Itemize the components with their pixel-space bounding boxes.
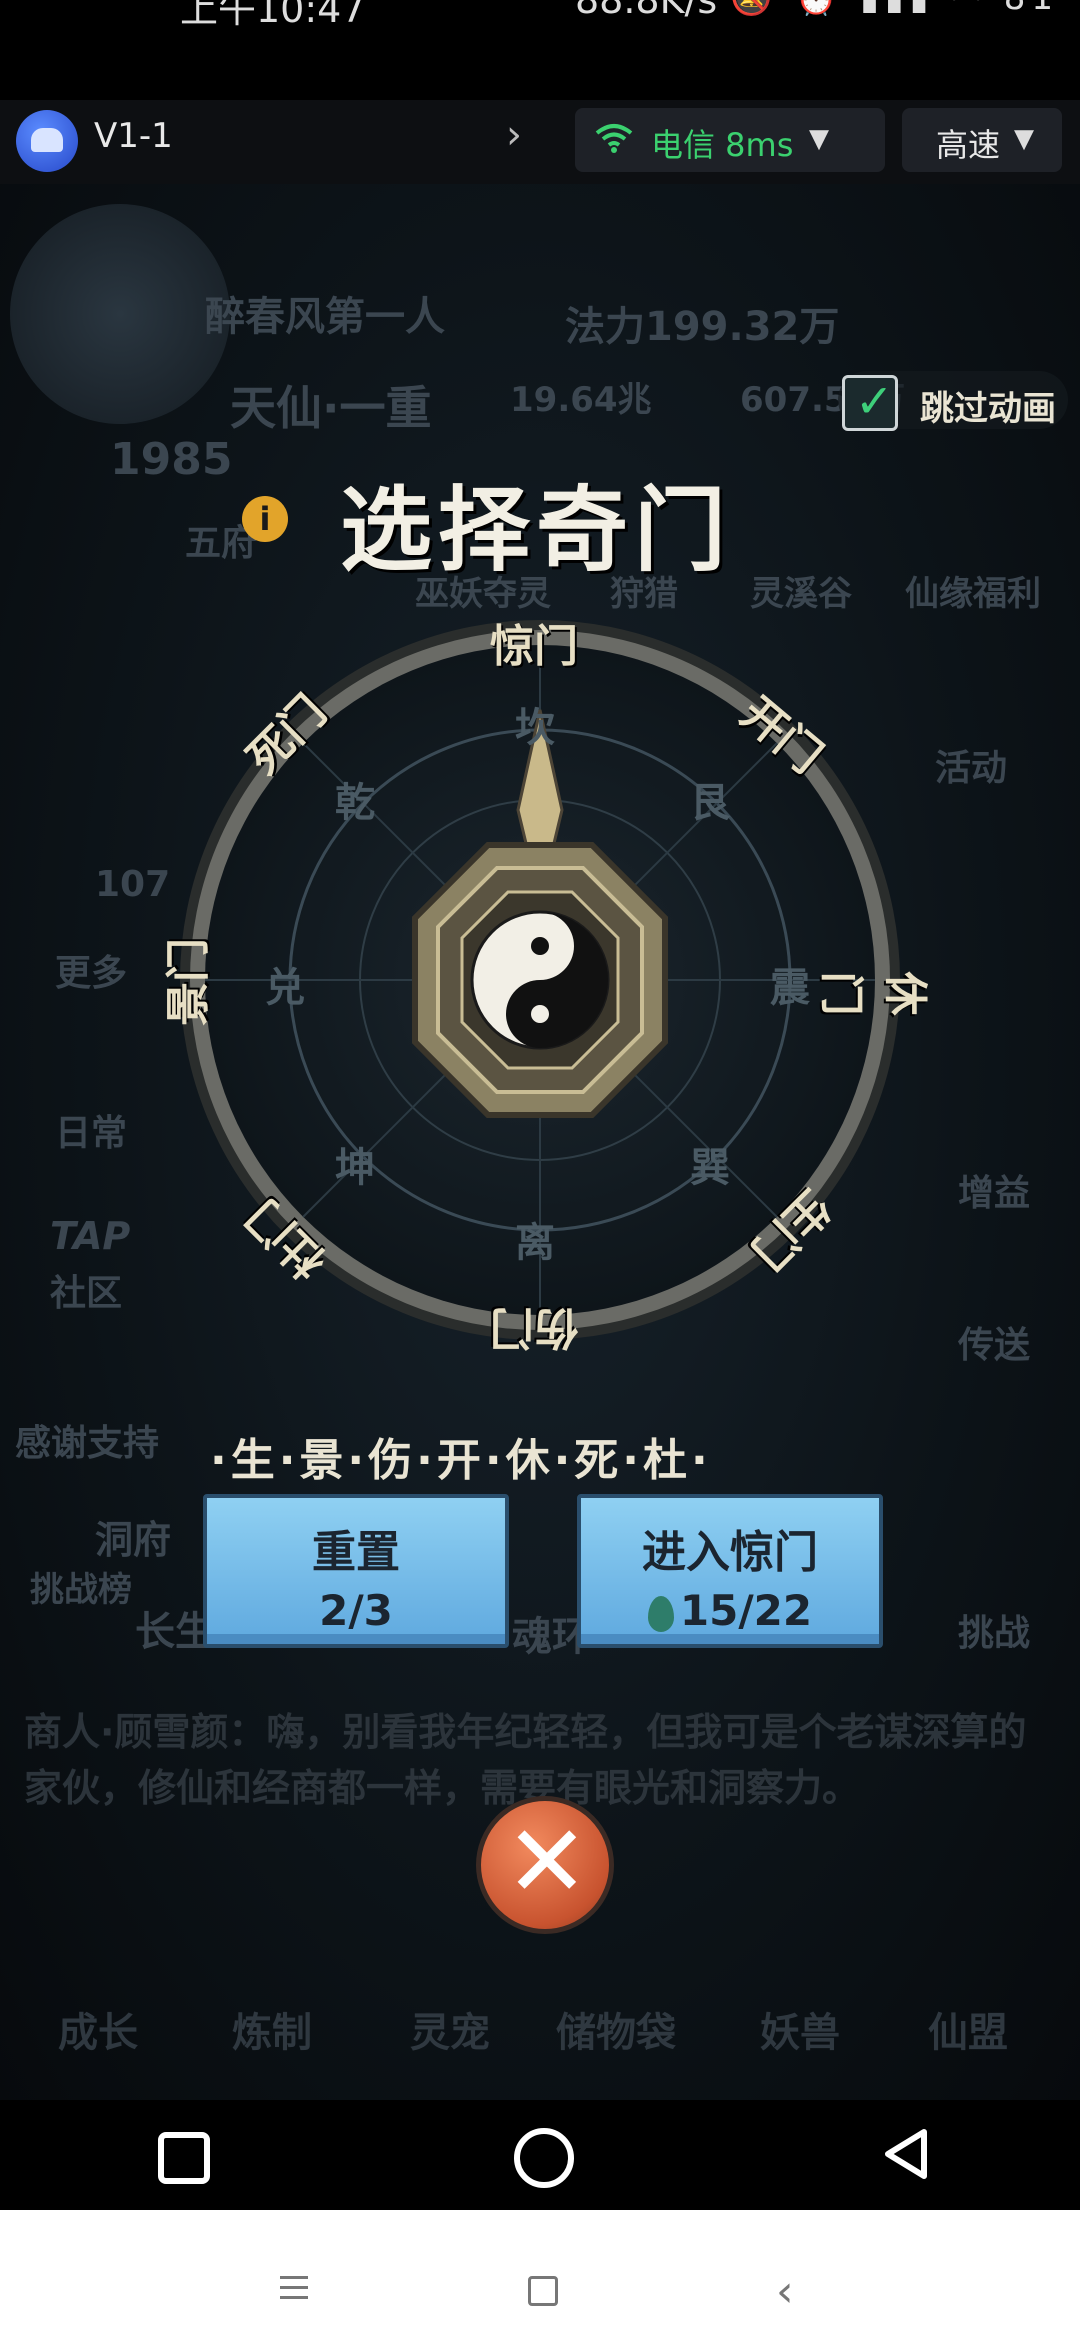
recent-apps-icon[interactable] [158,2132,210,2184]
skip-animation-toggle[interactable]: ✓ 跳过动画 [838,371,1068,431]
bottom-nav-item[interactable]: 成长 [58,2000,138,2058]
network-label: 电信 8ms [651,126,794,164]
checkbox[interactable]: ✓ [842,374,898,431]
left-menu-item[interactable]: 社区 [50,1264,122,1316]
player-avatar [10,204,230,424]
enter-gate-count: 15/22 [679,1586,813,1635]
realm-label: 天仙·一重 [230,381,432,435]
reset-count: 2/3 [319,1586,393,1635]
app-title[interactable]: V1-1 [94,116,173,156]
reset-button-label: 重置 [312,1527,400,1578]
bottom-nav-item[interactable]: 储物袋 [556,2000,676,2058]
left-menu-item[interactable]: 感谢支持 [15,1414,159,1466]
badge-count: 107 [95,864,171,905]
network-selector[interactable]: 电信 8ms ▼ [575,108,885,172]
trigram-glyph: 艮 [690,780,730,826]
wifi-icon [595,124,633,153]
power-value: 法力199.32万 [565,304,840,350]
bottom-nav-item[interactable]: 炼制 [232,2000,312,2058]
menu-icon[interactable] [280,2276,308,2306]
gate-label[interactable]: 惊门 [490,610,578,674]
skip-animation-label: 跳过动画 [920,389,1056,429]
trigram-glyph: 坤 [335,1145,375,1191]
info-icon[interactable]: i [242,496,288,542]
overview-icon[interactable] [528,2276,558,2306]
android-app-icon[interactable] [16,110,78,172]
status-bar: 上午10:47 88.8K/s 🔕 ⏰ ▮▮▮ ◠ 81 [0,0,1080,100]
bottom-nav-item[interactable]: 仙盟 [928,2000,1008,2058]
chevron-right-icon[interactable]: › [506,112,522,158]
status-icons: 🔕 ⏰ ▮▮▮ ◠ 81 [730,0,1059,18]
gate-label[interactable]: 伤门 [490,1300,578,1364]
chevron-left-icon[interactable]: ‹ [776,2266,794,2317]
speed-mode-label: 高速 [936,126,1001,164]
right-menu-item[interactable]: 增益 [958,1164,1030,1216]
status-network-speed: 88.8K/s [575,0,718,22]
reset-button[interactable]: 重置 2/3 [203,1494,509,1648]
system-nav-bar [0,2100,1080,2210]
player-name: 醉春风第一人 [205,294,445,340]
bottom-nav-item[interactable]: 灵宠 [410,2000,490,2058]
trigram-glyph: 巽 [690,1145,730,1191]
right-menu-item[interactable]: 传送 [958,1316,1030,1368]
left-menu-item[interactable]: 日常 [55,1104,127,1156]
enter-gate-label: 进入惊门 [642,1527,818,1578]
checkmark-icon: ✓ [855,374,894,428]
right-menu-item[interactable]: 挑战 [958,1604,1030,1656]
left-menu-item[interactable]: 洞府 [95,1509,171,1564]
bottom-nav-item[interactable]: 妖兽 [760,2000,840,2058]
enter-gate-button[interactable]: 进入惊门 15/22 [577,1494,883,1648]
trigram-glyph: 兑 [265,965,305,1011]
right-menu-item[interactable]: 仙缘福利 [905,566,1041,615]
currency-a: 19.64兆 [510,380,652,420]
qimen-wheel: 惊门 开门 休门 生门 伤门 杜门 景门 死门 坎 艮 震 巽 离 坤 兑 乾 [163,610,931,1353]
caret-down-icon: ▼ [809,124,829,154]
bottom-nav: 成长 炼制 灵宠 储物袋 妖兽 仙盟 [0,1880,1080,2100]
trigram-glyph: 坎 [515,705,555,751]
secondary-nav-bar: ‹ [0,2210,1080,2340]
right-menu-item[interactable]: 活动 [935,739,1007,791]
bagua-sequence: ·生·景·伤·开·休·死·杜· [210,1435,712,1486]
modal-title: 选择奇门 [340,476,733,584]
trigram-glyph: 震 [770,965,810,1011]
spirit-drop-icon [647,1595,674,1632]
left-menu-item[interactable]: 更多 [55,944,127,996]
left-menu-item[interactable]: 挑战榜 [30,1562,132,1611]
trigram-glyph: 乾 [335,780,375,826]
status-time: 上午10:47 [180,0,366,31]
player-level: 1985 [110,434,233,485]
trigram-glyph: 离 [515,1220,555,1266]
battery-level: 81 [1004,0,1059,18]
back-icon[interactable] [878,2126,934,2182]
top-menu-item[interactable]: 灵溪谷 [750,566,852,615]
gate-label[interactable]: 休门 [814,972,942,1037]
gate-label[interactable]: 景门 [152,938,216,1026]
tap-logo: TAP [50,1214,131,1258]
speed-mode-selector[interactable]: 高速 ▼ [902,108,1062,172]
caret-down-icon: ▼ [1014,124,1034,154]
home-icon[interactable] [514,2128,574,2188]
